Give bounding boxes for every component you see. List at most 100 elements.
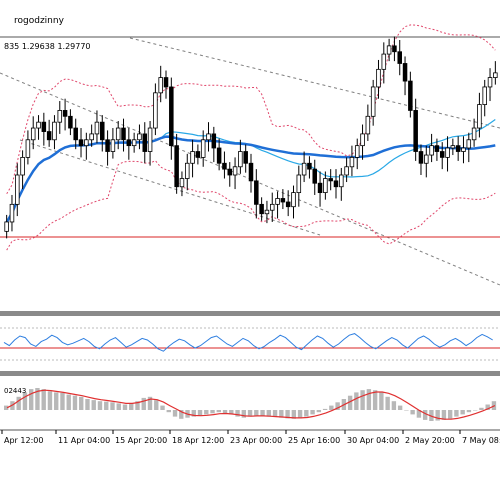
candle-body xyxy=(62,110,68,117)
candle-body xyxy=(121,127,126,141)
candle-body xyxy=(131,139,137,147)
candle-body xyxy=(333,180,339,188)
candle-body xyxy=(312,168,318,184)
macd-histogram-bar xyxy=(329,405,334,410)
macd-histogram-bar xyxy=(210,410,215,414)
candle-body xyxy=(339,174,344,188)
macd-histogram-bar xyxy=(391,401,397,410)
time-tick-label: 18 Apr 12:00 xyxy=(172,436,224,445)
candle-body xyxy=(413,110,418,152)
candle-body xyxy=(169,86,174,147)
time-tick-label: 30 Apr 04:00 xyxy=(347,436,399,445)
rsi-panel[interactable] xyxy=(0,327,500,376)
candle-body xyxy=(89,133,94,141)
candle-body xyxy=(386,45,392,55)
macd-histogram-bar xyxy=(141,397,146,410)
macd-histogram-bar xyxy=(110,402,115,410)
macd-histogram-bar xyxy=(97,401,103,410)
candle-body xyxy=(275,198,280,205)
macd-histogram-bar xyxy=(322,408,328,410)
candle-body xyxy=(94,121,100,135)
candle-body xyxy=(68,115,73,129)
candle-body xyxy=(78,139,84,147)
candle-body xyxy=(418,151,424,164)
macd-histogram-bar xyxy=(404,410,409,411)
macd-histogram-bar xyxy=(116,403,121,410)
macd-histogram-bar xyxy=(166,410,171,413)
candle-body xyxy=(30,127,36,141)
candle-body xyxy=(408,80,413,111)
candle-body xyxy=(466,139,472,149)
macd-histogram-bar xyxy=(122,404,128,410)
candle-body xyxy=(477,104,482,129)
candle-body xyxy=(20,156,25,176)
candle-body xyxy=(179,178,185,188)
candle-body xyxy=(15,174,20,205)
candle-body xyxy=(57,110,63,123)
candle-body xyxy=(264,209,270,215)
candle-body xyxy=(280,198,286,203)
candle-body xyxy=(238,151,243,168)
macd-histogram-bar xyxy=(47,391,53,410)
candle-body xyxy=(254,180,259,205)
candle-body xyxy=(349,156,355,168)
macd-histogram-bar xyxy=(354,392,359,410)
macd-histogram-bar xyxy=(454,410,459,417)
macd-histogram-bar xyxy=(60,392,65,410)
macd-histogram-bar xyxy=(104,401,109,410)
rsi-line xyxy=(3,333,493,352)
candle-body xyxy=(36,121,41,129)
chart-canvas[interactable]: Apr 12:00 11 Apr 04:00 15 Apr 20:00 18 Apr … xyxy=(0,0,500,500)
time-tick-label: 11 Apr 04:00 xyxy=(58,436,110,445)
trend-channel-line xyxy=(19,139,321,236)
time-tick-label: Apr 12:00 xyxy=(4,436,43,445)
panel-separator xyxy=(0,311,500,316)
candle-body xyxy=(376,68,381,88)
candle-body xyxy=(41,121,47,132)
macd-histogram-bar xyxy=(16,396,21,410)
macd-histogram-bar xyxy=(29,389,34,410)
candle-body xyxy=(434,145,440,152)
trading-chart[interactable]: Apr 12:00 11 Apr 04:00 15 Apr 20:00 18 Apr … xyxy=(0,0,500,500)
macd-histogram-bar xyxy=(41,389,46,410)
candle-body xyxy=(291,192,296,208)
macd-histogram-bar xyxy=(204,410,209,415)
macd-histogram-bar xyxy=(154,400,159,410)
macd-histogram-bar xyxy=(447,410,453,419)
candle-body xyxy=(317,182,323,194)
time-tick-label: 23 Apr 00:00 xyxy=(230,436,282,445)
candle-body xyxy=(248,162,254,182)
candle-body xyxy=(365,115,371,135)
candle-body xyxy=(137,133,142,141)
candle-body xyxy=(360,133,365,147)
candle-body xyxy=(493,72,498,78)
candle-body xyxy=(296,174,302,194)
macd-histogram-bar xyxy=(235,410,240,417)
macd-histogram-bar xyxy=(310,410,315,415)
candle-body xyxy=(232,166,238,176)
macd-panel[interactable] xyxy=(0,388,500,431)
candle-body xyxy=(397,51,402,64)
macd-histogram-bar xyxy=(260,410,265,417)
time-tick-label: 15 Apr 20:00 xyxy=(115,436,167,445)
candle-body xyxy=(216,147,222,164)
price-panel[interactable] xyxy=(0,24,500,316)
macd-histogram-bar xyxy=(66,394,71,410)
macd-histogram-bar xyxy=(129,403,134,410)
macd-histogram-bar xyxy=(479,407,484,410)
candle-body xyxy=(4,221,9,232)
panel-separator xyxy=(0,371,500,376)
macd-histogram-bar xyxy=(397,405,403,410)
macd-histogram-bar xyxy=(466,410,472,413)
candle-body xyxy=(147,127,153,152)
macd-histogram-bar xyxy=(297,410,303,418)
macd-histogram-bar xyxy=(422,410,428,420)
candle-body xyxy=(487,77,493,88)
candle-body xyxy=(211,133,217,149)
candle-body xyxy=(105,139,110,152)
candle-body xyxy=(354,145,360,158)
macd-histogram-bar xyxy=(54,392,59,410)
macd-histogram-bar xyxy=(160,405,165,410)
candle-body xyxy=(243,151,248,164)
candle-body xyxy=(100,121,105,141)
